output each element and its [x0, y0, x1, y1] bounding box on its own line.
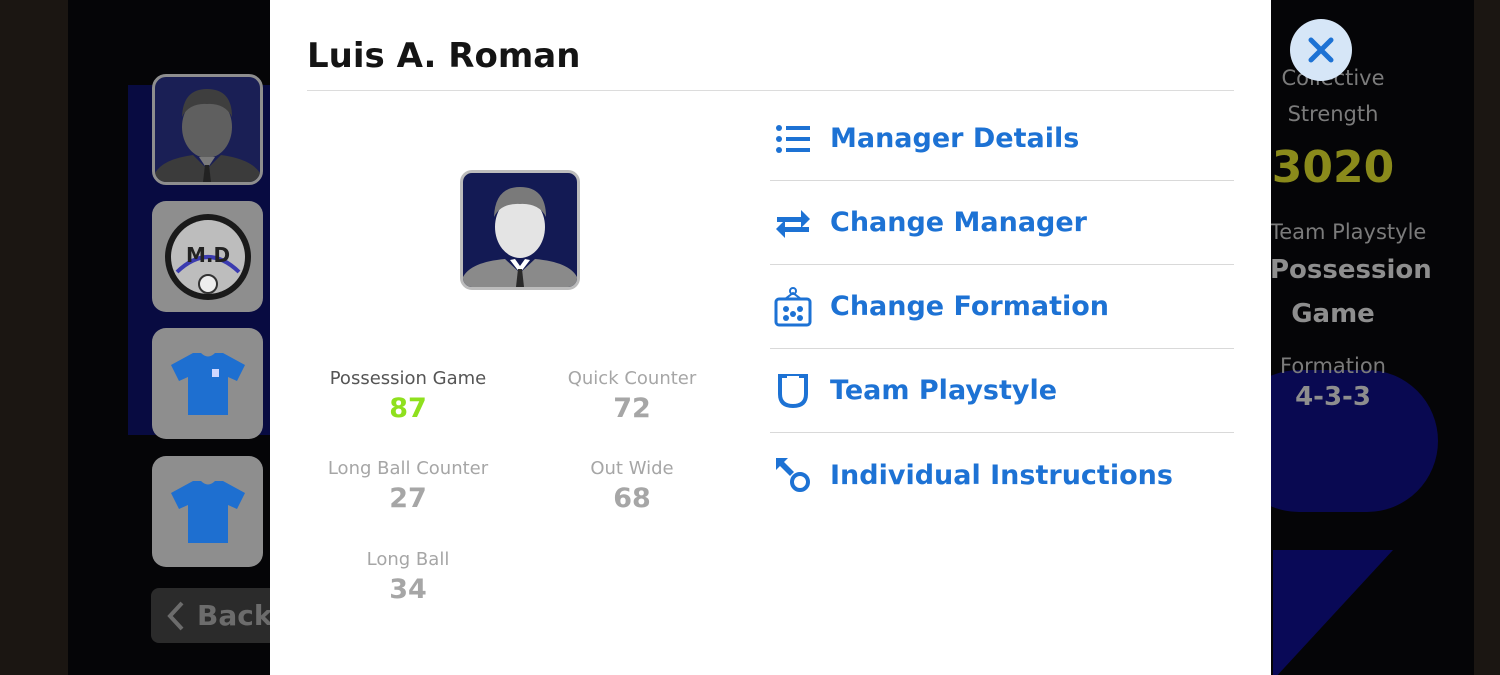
stat-value: 34	[389, 574, 427, 605]
manager-portrait	[460, 170, 580, 290]
home-kit-tile[interactable]	[152, 328, 263, 439]
menu-item-change-formation[interactable]: Change Formation	[770, 265, 1234, 349]
menu-item-label: Individual Instructions	[830, 459, 1173, 491]
team-playstyle-label: Team Playstyle	[1270, 220, 1427, 244]
formation-board-icon	[774, 286, 812, 326]
back-button[interactable]: Back	[151, 588, 281, 643]
back-label: Back	[197, 599, 273, 632]
manager-silhouette-icon	[463, 187, 577, 287]
background-decoration	[1273, 550, 1393, 675]
menu-item-manager-details[interactable]: Manager Details	[770, 97, 1234, 181]
player-arrow-icon	[774, 456, 812, 494]
swap-arrows-icon	[774, 204, 812, 242]
close-button[interactable]	[1290, 19, 1352, 81]
stat-label: Possession Game	[329, 368, 487, 389]
away-kit-tile[interactable]	[152, 456, 263, 567]
stat-label: Long Ball Counter	[327, 458, 489, 479]
divider	[307, 90, 1234, 91]
club-emblem-tile[interactable]: M.D	[152, 201, 263, 312]
stat-label: Long Ball	[366, 549, 450, 570]
stat-value: 27	[389, 483, 427, 514]
manager-modal: Luis A. Roman Possession Game 87 Quick C…	[270, 0, 1271, 675]
club-emblem-icon: M.D	[164, 213, 251, 300]
menu-item-label: Change Manager	[830, 207, 1088, 238]
svg-text:M.D: M.D	[185, 243, 229, 267]
stat-value: 68	[613, 483, 651, 514]
menu-item-individual-instructions[interactable]: Individual Instructions	[770, 433, 1234, 517]
formation-label: Formation	[1280, 354, 1386, 378]
manager-tile[interactable]	[152, 74, 263, 185]
menu-item-label: Manager Details	[830, 123, 1080, 154]
menu-item-label: Team Playstyle	[830, 375, 1058, 406]
stat-long-ball-counter: Long Ball Counter 27	[308, 458, 508, 514]
menu-item-team-playstyle[interactable]: Team Playstyle	[770, 349, 1234, 433]
collective-strength-value: 3020	[1271, 142, 1395, 193]
stat-label: Quick Counter	[567, 368, 697, 389]
manager-menu: Manager Details Change Manager Change Fo…	[770, 97, 1234, 517]
menu-item-change-manager[interactable]: Change Manager	[770, 181, 1234, 265]
shirt-icon	[170, 352, 245, 415]
chevron-left-icon	[167, 601, 184, 630]
team-summary-panel: Collective Strength 3020 Team Playstyle …	[1270, 60, 1432, 412]
formation-value: 4-3-3	[1295, 382, 1371, 412]
menu-item-label: Change Formation	[830, 291, 1110, 322]
manager-silhouette-icon	[155, 89, 260, 182]
shield-icon	[774, 372, 812, 410]
stat-value: 87	[389, 393, 427, 424]
manager-name: Luis A. Roman	[307, 36, 581, 76]
stat-long-ball: Long Ball 34	[308, 549, 508, 605]
shirt-icon	[170, 480, 245, 543]
stat-value: 72	[613, 393, 651, 424]
stat-out-wide: Out Wide 68	[532, 458, 732, 514]
stat-label: Out Wide	[590, 458, 674, 479]
team-playstyle-value: Possession Game	[1270, 255, 1432, 329]
stat-possession-game: Possession Game 87	[308, 368, 508, 424]
stat-quick-counter: Quick Counter 72	[532, 368, 732, 424]
list-icon	[774, 120, 812, 158]
close-icon	[1308, 37, 1334, 63]
